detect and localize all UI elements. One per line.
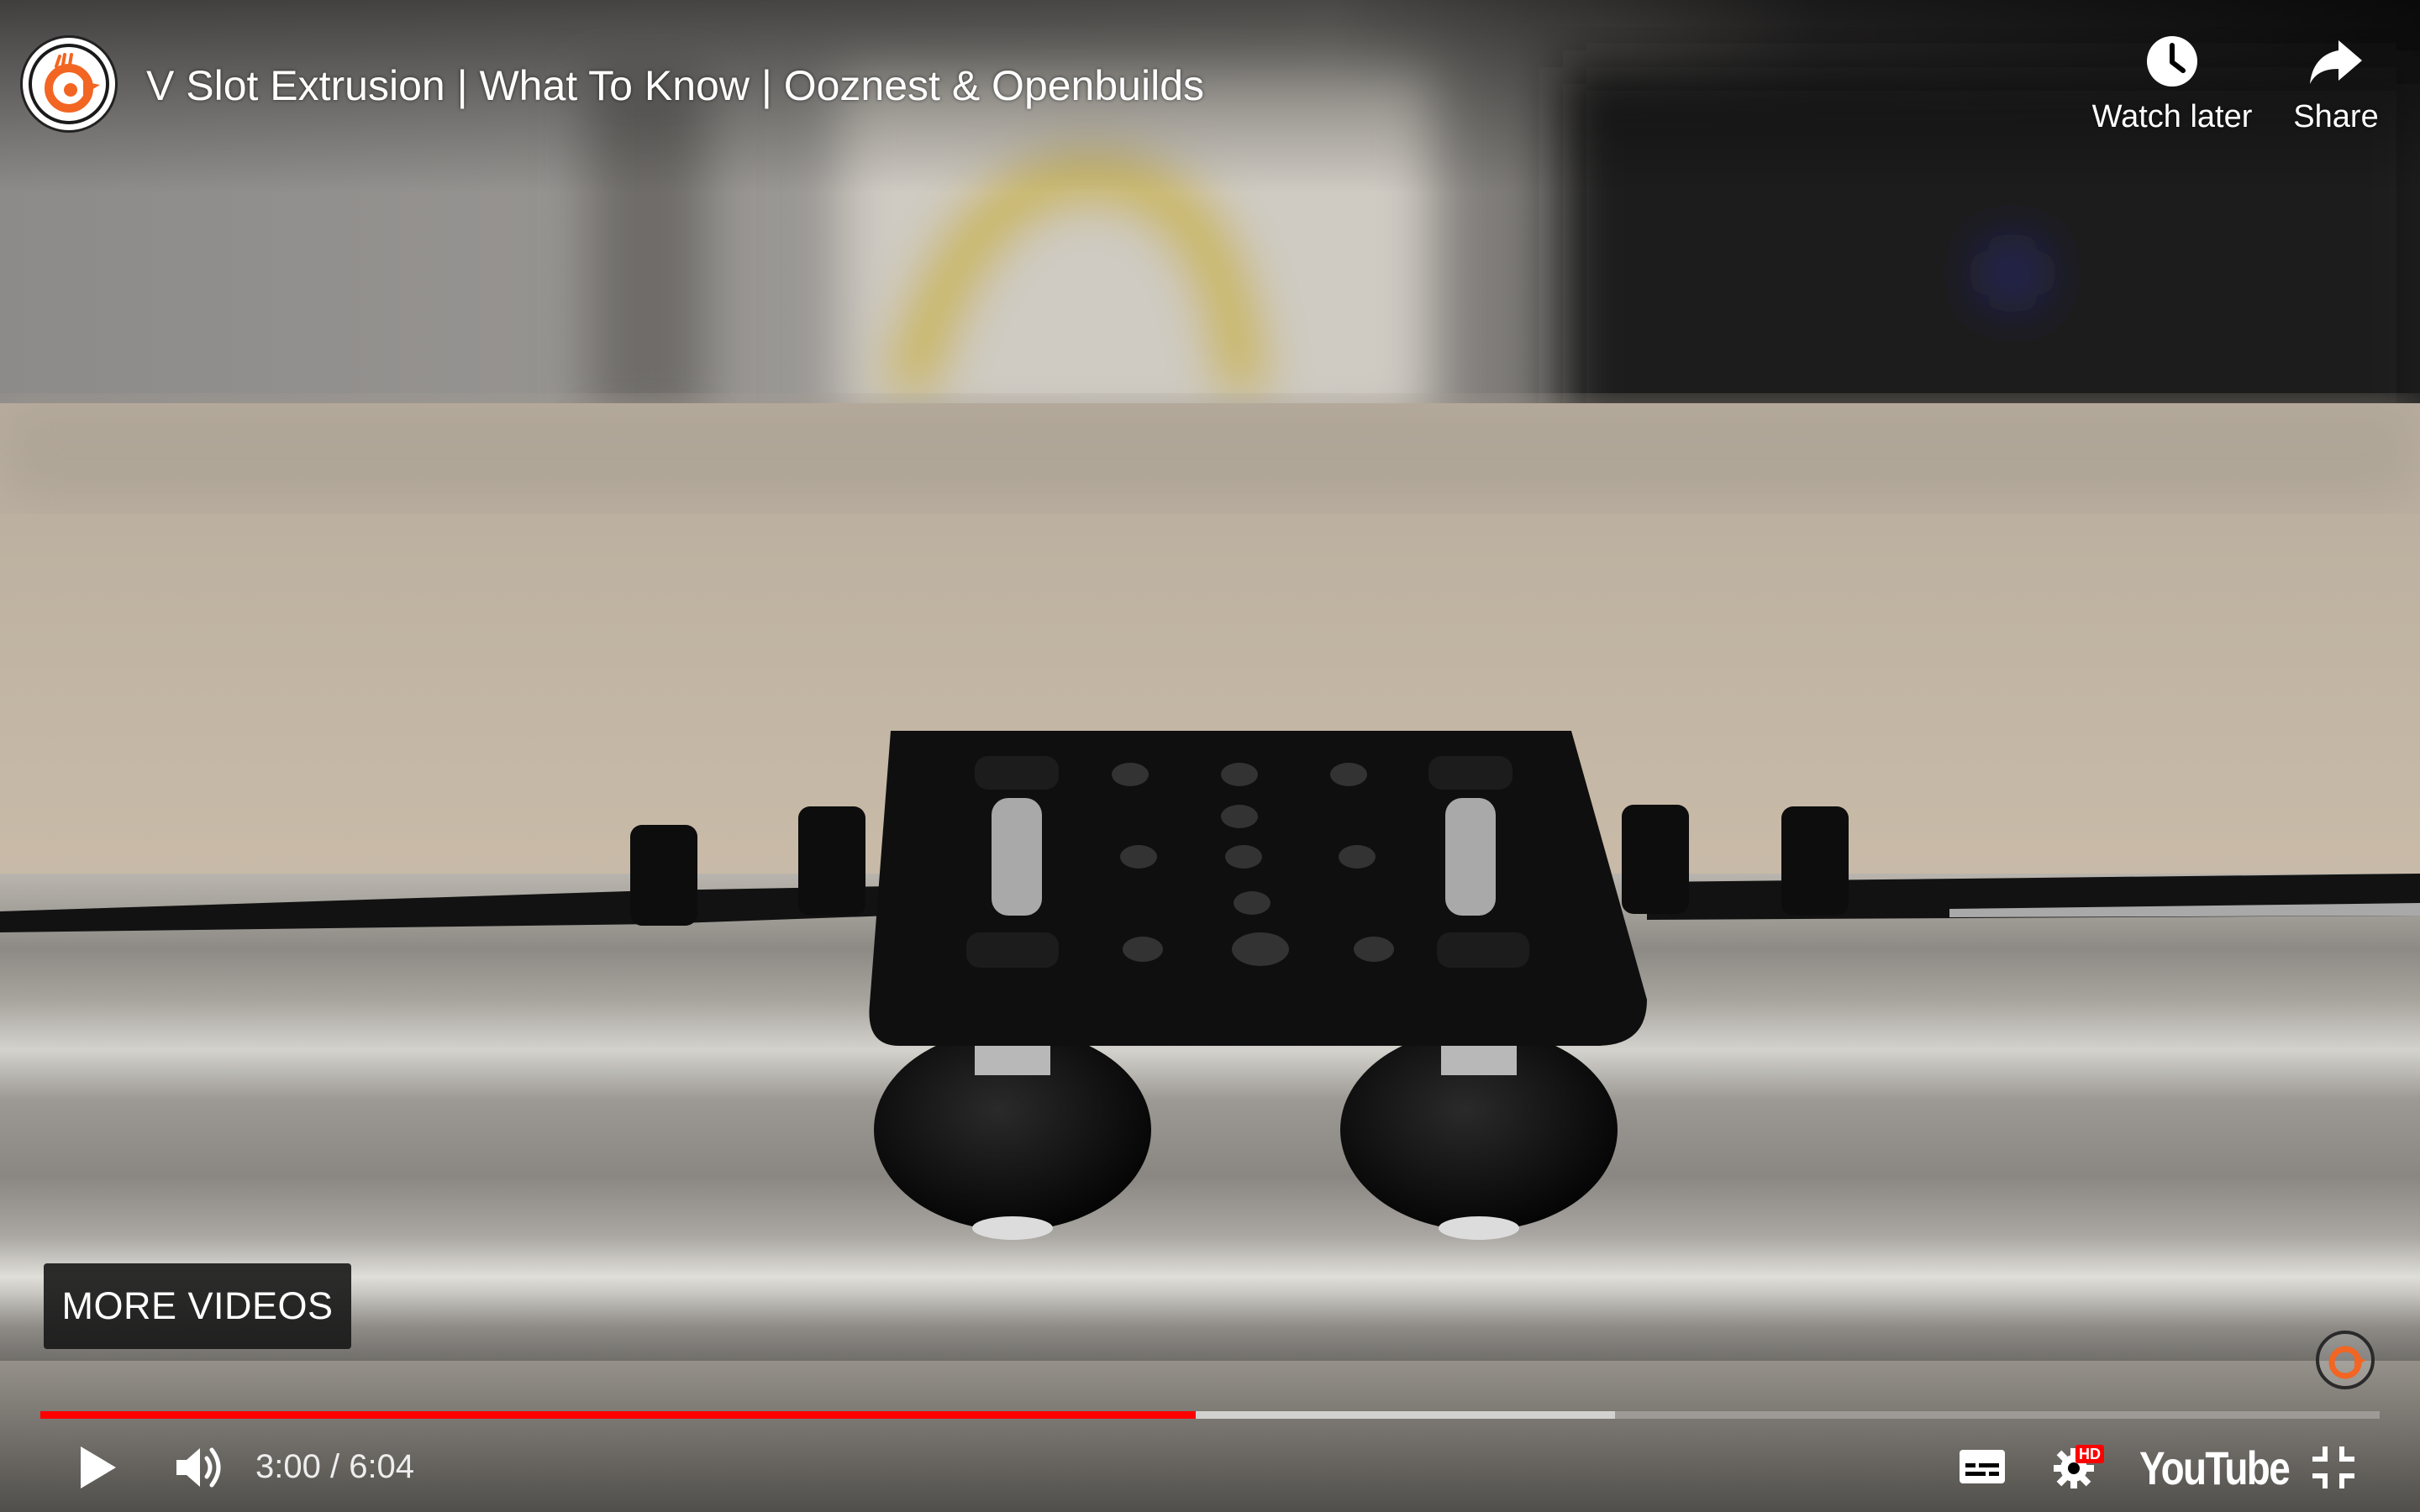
youtube-logo[interactable]: YouTube	[2139, 1441, 2291, 1495]
time-display: 3:00 / 6:04	[255, 1448, 415, 1485]
video-title[interactable]: V Slot Extrusion | What To Know | Ooznes…	[146, 60, 1204, 111]
hd-badge: HD	[2075, 1445, 2104, 1463]
ooznest-watermark-icon[interactable]	[2314, 1329, 2376, 1391]
watch-later-button[interactable]: Watch later	[2075, 34, 2269, 135]
share-label: Share	[2293, 99, 2379, 134]
ooznest-logo-icon	[29, 44, 109, 124]
share-button[interactable]: Share	[2286, 34, 2386, 135]
video-frame[interactable]	[0, 0, 2420, 1512]
progress-bar[interactable]	[40, 1411, 2380, 1419]
more-videos-button[interactable]: MORE VIDEOS	[44, 1263, 351, 1349]
play-icon[interactable]	[76, 1443, 119, 1492]
watch-later-label: Watch later	[2091, 99, 2253, 134]
channel-avatar[interactable]	[20, 35, 118, 133]
clock-icon	[2147, 36, 2197, 87]
share-arrow-icon	[2310, 40, 2362, 84]
progress-played	[40, 1411, 1197, 1419]
subtitles-icon[interactable]	[1958, 1448, 2007, 1485]
exit-fullscreen-icon[interactable]	[2311, 1445, 2356, 1490]
volume-icon[interactable]	[173, 1443, 227, 1492]
